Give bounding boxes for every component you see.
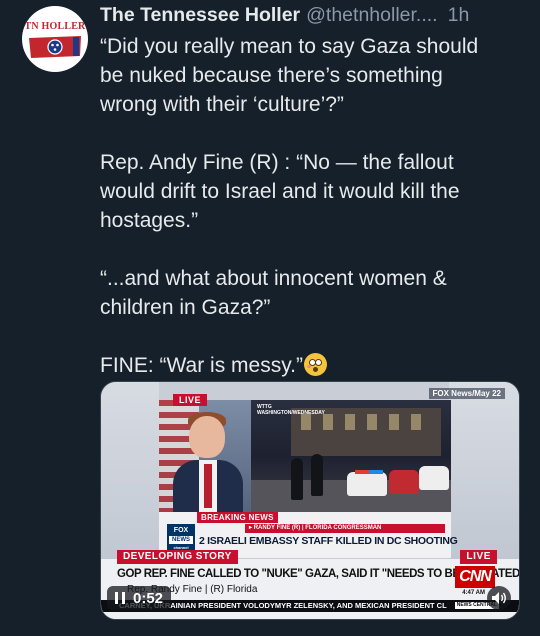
volume-button[interactable] [487,586,511,610]
fox-news-logo: FOX NEWS channel [167,524,195,552]
cnn-clock: 4:47 AM [462,590,485,596]
fox-live-badge: LIVE [173,394,208,406]
fox-date-label: FOX News/May 22 [428,388,505,399]
tweet-line: “...and what about innocent women & [100,267,447,290]
tweet-text: “Did you really mean to say Gaza should … [100,32,525,380]
cnn-logo: CNN [455,566,495,588]
tweet-avatar[interactable]: TN HOLLER [22,6,88,72]
fox-logo-news: NEWS [169,536,193,544]
fox-headline: 2 ISRAELI EMBASSY STAFF KILLED IN DC SHO… [199,535,458,547]
guest-portrait [159,400,251,512]
playback-controls[interactable]: 0:52 [107,586,172,610]
station-bug: WTTG WASHINGTON/WEDNESDAY [257,404,325,416]
flushed-face-icon [304,353,327,376]
station-bug-line: WASHINGTON/WEDNESDAY [257,410,325,416]
avatar-brand-text: TN HOLLER [24,20,86,32]
speaker-icon [492,592,506,604]
tweet-line-text: FINE: “War is messy.” [100,354,303,377]
tweet-line: would drift to Israel and it would kill … [100,180,460,203]
tweet-line: children in Gaza?” [100,296,271,319]
tweet-line: hostages.” [100,209,199,232]
tweet-line: Rep. Andy Fine (R) : “No — the fallout [100,151,454,174]
tweet-time[interactable]: 1h [448,4,470,27]
tweet-line-last: FINE: “War is messy.” [100,351,525,380]
video-player[interactable]: WTTG WASHINGTON/WEDNESDAY FOX NEWS chann… [100,381,520,620]
tweet-line: wrong with their ‘culture’?” [100,93,344,116]
tweet-line: “Did you really mean to say Gaza should [100,35,479,58]
breaking-news-label: BREAKING NEWS [197,512,278,523]
author-name[interactable]: The Tennessee Holler [100,4,300,27]
fox-logo-text: FOX [173,527,189,534]
cnn-live-badge: LIVE [460,550,497,564]
cnn-headline: GOP REP. FINE CALLED TO "NUKE" GAZA, SAI… [117,567,520,581]
fox-subline-text: RANDY FINE (R) | FLORIDA CONGRESSMAN [253,525,382,531]
crime-scene-footage [251,400,451,512]
developing-story-label: DEVELOPING STORY [117,550,238,564]
tweet-header: The Tennessee Holler @thetnholler.... 1h [100,4,530,28]
fox-subline: ▸ RANDY FINE (R) | FLORIDA CONGRESSMAN [245,524,445,533]
tennessee-flag-icon [29,35,81,58]
pause-icon[interactable] [115,592,125,604]
fox-news-frame: WTTG WASHINGTON/WEDNESDAY FOX NEWS chann… [159,400,458,558]
elapsed-time: 0:52 [133,589,164,607]
author-handle[interactable]: @thetnholler.... [306,4,437,27]
tweet-line: be nuked because there’s something [100,64,443,87]
